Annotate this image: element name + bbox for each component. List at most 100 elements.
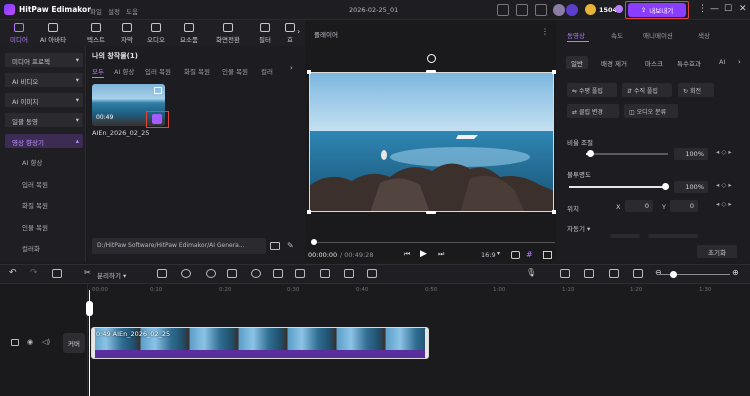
tab-color[interactable]: 색상 <box>698 30 710 40</box>
lock-icon[interactable] <box>11 339 19 346</box>
clip-trim-handle-left[interactable] <box>92 328 95 358</box>
volume-icon[interactable]: ◁) <box>42 338 50 346</box>
plus-icon[interactable] <box>615 5 623 13</box>
marker-icon[interactable] <box>157 269 167 278</box>
aspect-ratio-select[interactable]: 16:9 <box>481 251 496 259</box>
media-tab-face[interactable]: 인물 복원 <box>222 66 248 76</box>
media-tab-quality[interactable]: 화질 복원 <box>184 66 210 76</box>
maximize-icon[interactable]: ☐ <box>724 4 732 15</box>
next-frame-icon[interactable]: ⏭ <box>438 250 444 259</box>
split-dropdown[interactable]: 분리하기 ▾ <box>97 270 126 280</box>
output-path[interactable]: D:/HitPaw Software/HitPaw Edimakor/AI Ge… <box>92 238 266 254</box>
crown-icon[interactable] <box>566 4 578 16</box>
menu-settings[interactable]: 설정 <box>108 6 120 16</box>
keyframe-icon[interactable]: ◂ ◇ ▸ <box>716 200 732 208</box>
position-y-input[interactable]: 0 <box>670 200 698 212</box>
export-button[interactable]: ⇪ 내보내기 <box>628 3 686 17</box>
nav-batch-video[interactable]: 일괄 동영 ▾ <box>5 113 83 127</box>
progress-knob[interactable] <box>311 239 317 245</box>
video-clip[interactable]: 0:49 AIEn_2026_02_25 <box>91 327 429 359</box>
split-audio-button[interactable]: ◫ 오디오 분류 <box>624 104 678 118</box>
chevron-right-icon[interactable]: › <box>297 27 300 36</box>
tool-elements[interactable]: 요소품 <box>174 22 204 44</box>
more-icon[interactable]: ⋮ <box>698 4 707 15</box>
nav-ai-video[interactable]: AI 비디오 ▾ <box>5 73 83 87</box>
crop-icon[interactable] <box>227 269 237 278</box>
reset-button[interactable]: 초기화 <box>697 245 737 258</box>
undo-icon[interactable]: ↶ <box>9 268 17 278</box>
subnav-ai-enhance[interactable]: AI 향상 <box>22 157 42 167</box>
nav-video-enhancer[interactable]: 영상 향상기 ▴ <box>5 134 83 148</box>
chevron-right-icon[interactable]: › <box>738 58 741 66</box>
tab-animation[interactable]: 애니메이션 <box>643 30 673 40</box>
tool-subtitle[interactable]: 자막 <box>112 22 142 44</box>
eye-icon[interactable]: ◉ <box>27 338 33 346</box>
user-avatar[interactable] <box>553 4 565 16</box>
scale-slider[interactable] <box>586 153 668 155</box>
media-tab-blur[interactable]: 입러 복원 <box>145 66 171 76</box>
tool-audio[interactable]: 오디오 <box>141 22 171 44</box>
freeze-icon[interactable] <box>320 269 330 278</box>
close-icon[interactable]: ✕ <box>739 4 747 15</box>
fullscreen-icon[interactable] <box>543 251 552 259</box>
zoom-in-icon[interactable]: ⊕ <box>732 268 739 277</box>
subtab-special-effects[interactable]: 특수효과 <box>672 56 706 69</box>
color-icon[interactable] <box>344 269 354 278</box>
auto-field[interactable] <box>648 234 698 238</box>
resize-handle-corner[interactable] <box>307 70 311 74</box>
tab-video[interactable]: 동영상 <box>567 30 585 40</box>
media-tab-all[interactable]: 모두 <box>92 66 104 76</box>
resize-handle-bottom[interactable] <box>426 211 436 214</box>
subnav-face-restore[interactable]: 인물 복원 <box>22 222 48 232</box>
chevron-right-icon[interactable]: › <box>290 64 293 72</box>
menu-help[interactable]: 도움 <box>126 6 138 16</box>
zoom-out-icon[interactable]: ⊖ <box>655 268 662 277</box>
scale-value[interactable]: 100% <box>674 148 708 160</box>
mirror-icon[interactable] <box>295 269 305 278</box>
media-tab-color[interactable]: 컬러 <box>261 66 273 76</box>
more-icon[interactable]: ⋮ <box>541 27 549 36</box>
playback-progress[interactable] <box>313 242 555 243</box>
clip-trim-handle-right[interactable] <box>425 328 428 358</box>
message-icon[interactable] <box>516 4 528 16</box>
tool-text[interactable]: 텍스트 <box>81 22 111 44</box>
playhead-handle[interactable] <box>86 301 93 316</box>
rotate-handle-icon[interactable] <box>427 54 436 63</box>
export-frame-icon[interactable] <box>367 269 377 278</box>
subnav-blur-restore[interactable]: 입러 복원 <box>22 179 48 189</box>
video-preview[interactable] <box>309 72 554 212</box>
folder-icon[interactable] <box>270 242 280 250</box>
subtab-remove-bg[interactable]: 배경 제거 <box>596 56 632 69</box>
subtab-mask[interactable]: 마스크 <box>640 56 668 69</box>
resize-handle-corner[interactable] <box>307 210 311 214</box>
prev-frame-icon[interactable]: ⏮ <box>404 250 410 259</box>
reverse-icon[interactable] <box>273 269 283 278</box>
minimize-icon[interactable]: — <box>710 4 719 15</box>
opacity-value[interactable]: 100% <box>674 181 708 193</box>
tab-speed[interactable]: 속도 <box>611 30 623 40</box>
speed-icon[interactable] <box>206 269 216 278</box>
flip-horizontal-button[interactable]: ⇋ 수평 플립 <box>567 83 617 97</box>
zoom-slider-knob[interactable] <box>670 271 677 278</box>
play-icon[interactable]: ▶ <box>420 249 427 259</box>
keyframe-icon[interactable]: ◂ ◇ ▸ <box>716 181 732 189</box>
subnav-quality-restore[interactable]: 화질 복원 <box>22 200 48 210</box>
menu-file[interactable]: 파일 <box>90 6 102 16</box>
edit-icon[interactable]: ✎ <box>287 241 294 250</box>
flip-vertical-button[interactable]: ⇵ 수직 플립 <box>622 83 672 97</box>
cover-button[interactable]: 커버 <box>63 333 85 353</box>
audio-detach-icon[interactable] <box>584 269 594 278</box>
tool-filter[interactable]: 필터 <box>250 22 280 44</box>
position-x-input[interactable]: 0 <box>625 200 653 212</box>
opacity-slider[interactable] <box>569 186 668 188</box>
calendar-icon[interactable] <box>535 4 547 16</box>
auto-field[interactable] <box>610 234 640 238</box>
fit-icon[interactable] <box>633 269 643 278</box>
screen-icon[interactable] <box>497 4 509 16</box>
nav-ai-image[interactable]: AI 이미지 ▾ <box>5 93 83 107</box>
tool-media[interactable]: 미디어 <box>4 22 34 44</box>
resize-handle-top[interactable] <box>426 70 436 73</box>
keyframe-icon[interactable]: ◂ ◇ ▸ <box>716 148 732 156</box>
nav-media-project[interactable]: 미디어 프로젝 ▾ <box>5 53 83 67</box>
clock-icon[interactable] <box>251 269 261 278</box>
